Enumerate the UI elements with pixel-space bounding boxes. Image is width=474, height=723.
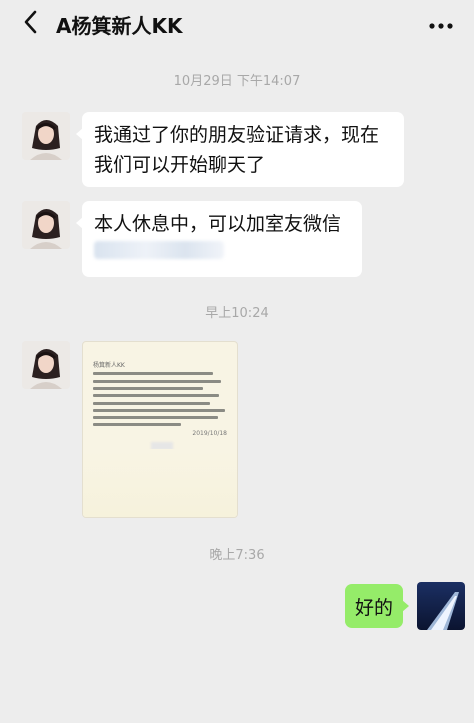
contact-avatar[interactable] [22, 112, 70, 160]
outgoing-message[interactable]: 好的 [345, 584, 409, 628]
chat-timestamp: 10月29日 下午14:07 [173, 74, 301, 89]
doc-text-line [93, 409, 225, 412]
doc-text-line [93, 416, 218, 419]
chat-timestamp: 早上10:24 [205, 306, 269, 321]
doc-text-line [93, 394, 219, 397]
image-caption: 杨箕新人KK [93, 362, 125, 369]
chat-header: A杨箕新人KK [0, 0, 474, 48]
image-date: 2019/10/18 [192, 430, 227, 437]
redacted-text [94, 241, 224, 259]
my-avatar[interactable] [417, 582, 465, 630]
incoming-message[interactable]: 我通过了你的朋友验证请求，现在我们可以开始聊天了 [76, 112, 404, 187]
back-button[interactable] [18, 10, 44, 38]
image-bottom-area [83, 449, 237, 517]
image-message[interactable]: 杨箕新人KK 2019/10/18 [82, 341, 238, 518]
doc-text-line [93, 423, 181, 426]
doc-text-line [93, 402, 210, 405]
message-text: 好的 [354, 596, 393, 619]
chevron-left-icon [23, 10, 39, 38]
incoming-message[interactable]: 本人休息中，可以加室友微信 [76, 201, 362, 277]
more-button[interactable] [426, 10, 456, 38]
chat-timestamp: 晚上7:36 [209, 548, 265, 563]
contact-avatar[interactable] [22, 341, 70, 389]
doc-text-line [93, 387, 203, 390]
chat-title: A杨箕新人KK [56, 14, 183, 38]
doc-text-line [93, 380, 221, 383]
doc-text-line [93, 372, 213, 375]
more-horizontal-icon [428, 15, 454, 34]
message-text: 本人休息中，可以加室友微信 [94, 213, 342, 235]
contact-avatar[interactable] [22, 201, 70, 249]
message-text: 我通过了你的朋友验证请求，现在我们可以开始聊天了 [94, 124, 380, 176]
